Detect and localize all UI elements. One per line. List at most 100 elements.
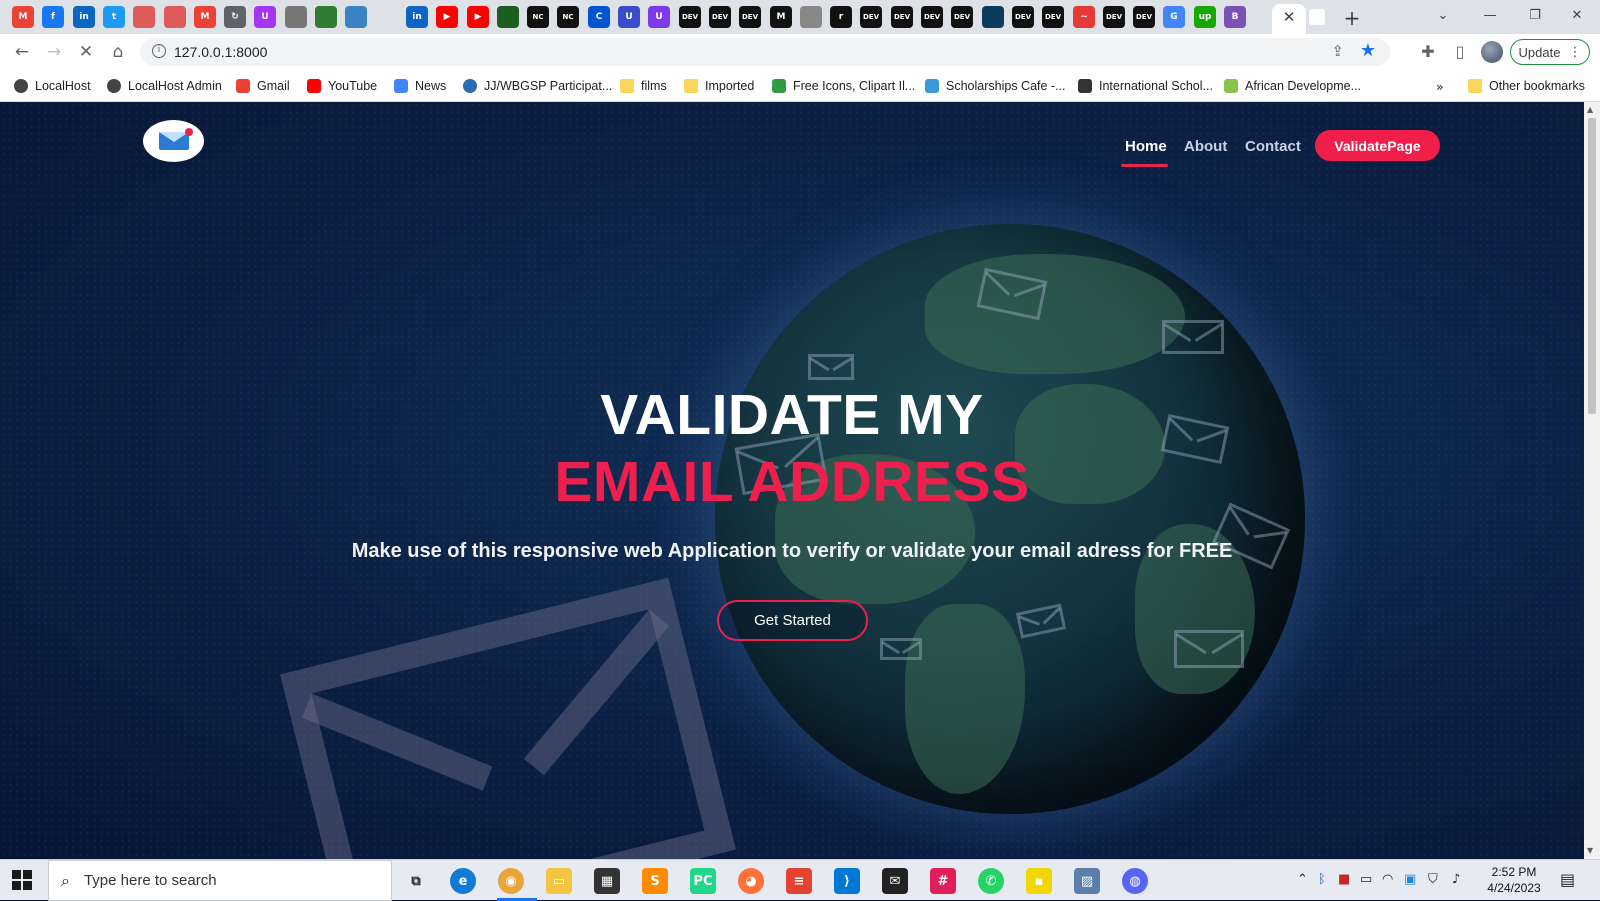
- bookmark-item[interactable]: Free Icons, Clipart Il...: [772, 77, 915, 95]
- u-icon[interactable]: U: [618, 6, 640, 28]
- close-tab-icon[interactable]: ✕: [1279, 7, 1299, 27]
- gmail-icon[interactable]: M: [12, 6, 34, 28]
- dev-icon[interactable]: DEV: [679, 6, 701, 28]
- bookmark-item[interactable]: Gmail: [236, 77, 290, 95]
- bookmark-item[interactable]: Scholarships Cafe -...: [925, 77, 1066, 95]
- bookmarks-overflow-button[interactable]: »: [1436, 77, 1444, 95]
- update-button[interactable]: Update ⋮: [1510, 39, 1590, 65]
- side-panel-icon[interactable]: ▯: [1448, 40, 1472, 64]
- facebook-icon[interactable]: f: [42, 6, 64, 28]
- sublime-icon[interactable]: S: [642, 868, 668, 894]
- circle-icon[interactable]: [982, 6, 1004, 28]
- globe-icon[interactable]: [345, 6, 367, 28]
- scroll-up-icon[interactable]: ▲: [1587, 105, 1593, 114]
- bookmark-item[interactable]: films: [620, 77, 667, 95]
- site-info-icon[interactable]: i: [152, 44, 166, 58]
- dev-icon[interactable]: DEV: [709, 6, 731, 28]
- scrollbar-thumb[interactable]: [1588, 118, 1596, 414]
- file-explorer-icon[interactable]: ▭: [546, 868, 572, 894]
- edge-icon[interactable]: e: [450, 868, 476, 894]
- twitter-icon[interactable]: t: [103, 6, 125, 28]
- bookmark-item[interactable]: International Schol...: [1078, 77, 1213, 95]
- r-icon[interactable]: r: [830, 6, 852, 28]
- search-placeholder[interactable]: Type here to search: [84, 872, 217, 889]
- wave-icon[interactable]: ~: [1073, 6, 1095, 28]
- discord-icon[interactable]: ◍: [1122, 868, 1148, 894]
- bookmark-item[interactable]: JJ/WBGSP Participat...: [463, 77, 612, 95]
- forward-button[interactable]: →: [42, 40, 66, 64]
- bookmark-item[interactable]: African Developme...: [1224, 77, 1361, 95]
- home-button[interactable]: ⌂: [106, 40, 130, 64]
- scroll-down-icon[interactable]: ▼: [1587, 846, 1593, 855]
- google-icon[interactable]: G: [1163, 6, 1185, 28]
- globe-icon[interactable]: [800, 6, 822, 28]
- whatsapp-icon[interactable]: ✆: [978, 868, 1004, 894]
- volume-icon[interactable]: ♪: [1452, 872, 1460, 887]
- taskbar-search-box[interactable]: ⌕ Type here to search: [48, 860, 392, 901]
- generic-red-icon[interactable]: [133, 6, 155, 28]
- chrome-icon[interactable]: ◉: [498, 868, 524, 894]
- medium-icon[interactable]: M: [770, 6, 792, 28]
- dev-icon[interactable]: DEV: [1042, 6, 1064, 28]
- gmail-icon[interactable]: M: [194, 6, 216, 28]
- sticky-notes-icon[interactable]: ▪: [1026, 868, 1052, 894]
- nc-icon[interactable]: NC: [527, 6, 549, 28]
- network-icon[interactable]: ▣: [1404, 872, 1416, 887]
- refresh-icon[interactable]: ↻: [224, 6, 246, 28]
- pycharm-icon[interactable]: PC: [690, 868, 716, 894]
- tray-app-icon[interactable]: ■: [1338, 872, 1350, 887]
- notification-center-icon[interactable]: ▤: [1560, 870, 1575, 889]
- security-shield-icon[interactable]: ⛉: [1428, 872, 1438, 887]
- upwork-icon[interactable]: up: [1194, 6, 1216, 28]
- udemy-icon[interactable]: U: [254, 6, 276, 28]
- back-button[interactable]: ←: [10, 40, 34, 64]
- battery-icon[interactable]: ▭: [1360, 872, 1372, 887]
- dev-icon[interactable]: DEV: [951, 6, 973, 28]
- dev-icon[interactable]: DEV: [860, 6, 882, 28]
- bookmark-item[interactable]: Imported: [684, 77, 754, 95]
- nav-home-link[interactable]: Home: [1125, 138, 1167, 155]
- get-started-button[interactable]: Get Started: [717, 600, 868, 641]
- bluetooth-icon[interactable]: ᛒ: [1318, 872, 1326, 887]
- store-icon[interactable]: ▦: [594, 868, 620, 894]
- todoist-icon[interactable]: ≡: [786, 868, 812, 894]
- firefox-icon[interactable]: ◕: [738, 868, 764, 894]
- bookmark-star-icon[interactable]: ★: [1360, 40, 1376, 61]
- globe-icon[interactable]: [285, 6, 307, 28]
- blank-tab-icon[interactable]: [1309, 9, 1325, 25]
- linkedin-icon[interactable]: in: [406, 6, 428, 28]
- restore-button[interactable]: ❐: [1520, 4, 1550, 28]
- dev-icon[interactable]: DEV: [1133, 6, 1155, 28]
- chart-icon[interactable]: [497, 6, 519, 28]
- windows-start-icon[interactable]: [12, 870, 32, 890]
- wifi-icon[interactable]: ◠: [1382, 872, 1393, 887]
- youtube-icon[interactable]: ▶: [436, 6, 458, 28]
- taskbar-clock[interactable]: 2:52 PM 4/24/2023: [1479, 864, 1549, 896]
- address-url[interactable]: 127.0.0.1:8000: [174, 44, 267, 60]
- coursera-icon[interactable]: C: [588, 6, 610, 28]
- share-icon[interactable]: ⇪: [1331, 42, 1344, 60]
- profile-avatar[interactable]: [1481, 41, 1503, 63]
- dev-icon[interactable]: DEV: [921, 6, 943, 28]
- validate-page-button[interactable]: ValidatePage: [1315, 130, 1440, 161]
- bookmark-item[interactable]: News: [394, 77, 446, 95]
- site-logo[interactable]: [143, 120, 204, 162]
- dev-icon[interactable]: DEV: [1012, 6, 1034, 28]
- vscode-icon[interactable]: ⟩: [834, 868, 860, 894]
- slack-icon[interactable]: #: [930, 868, 956, 894]
- photos-icon[interactable]: ▨: [1074, 868, 1100, 894]
- u-icon[interactable]: U: [648, 6, 670, 28]
- youtube-icon[interactable]: ▶: [467, 6, 489, 28]
- blank-icon[interactable]: [376, 6, 398, 28]
- bootstrap-icon[interactable]: B: [1224, 6, 1246, 28]
- cloud-icon[interactable]: [315, 6, 337, 28]
- address-bar[interactable]: i 127.0.0.1:8000 ⇪ ★: [140, 38, 1390, 66]
- nav-about-link[interactable]: About: [1184, 138, 1227, 155]
- dev-icon[interactable]: DEV: [891, 6, 913, 28]
- close-window-button[interactable]: ✕: [1562, 4, 1592, 28]
- nc-icon[interactable]: NC: [557, 6, 579, 28]
- page-scrollbar[interactable]: ▲ ▼: [1584, 102, 1600, 859]
- minimize-button[interactable]: —: [1475, 4, 1505, 28]
- mail-icon[interactable]: ✉: [882, 868, 908, 894]
- linkedin-icon[interactable]: in: [73, 6, 95, 28]
